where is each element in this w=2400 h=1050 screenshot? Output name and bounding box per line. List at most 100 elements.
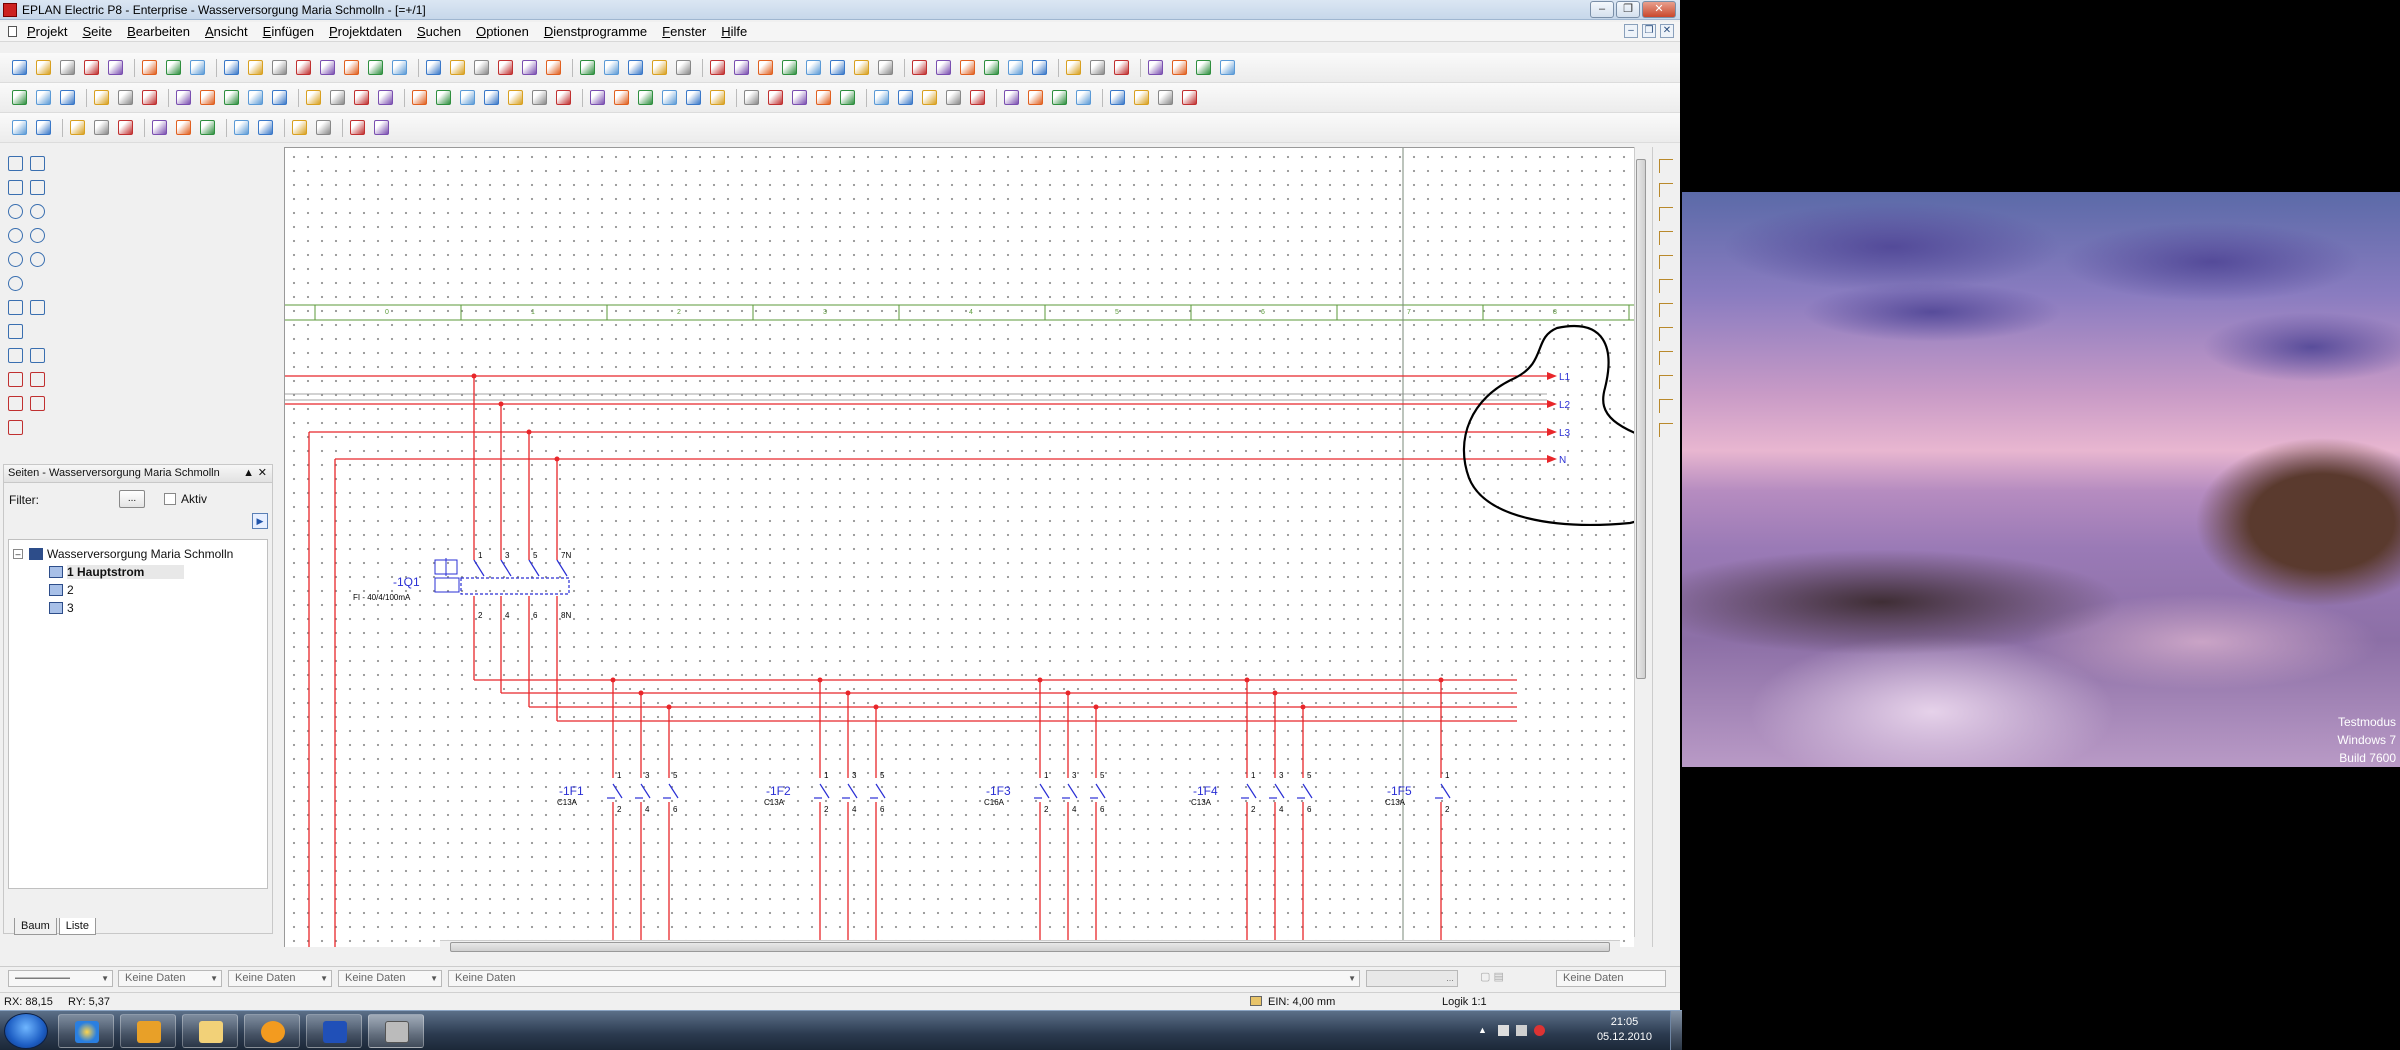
toolbar-tool-icon[interactable] (426, 60, 441, 75)
connection-symbol-icon[interactable] (1659, 399, 1673, 413)
connection-symbol-icon[interactable] (1659, 279, 1673, 293)
toolbar-tool-icon[interactable] (84, 60, 99, 75)
menu-einfgen[interactable]: Einfügen (263, 24, 314, 39)
draw-tool-icon[interactable] (30, 252, 45, 267)
connection-symbol-icon[interactable] (1659, 183, 1673, 197)
draw-tool-icon[interactable] (30, 180, 45, 195)
toolbar-tool-icon[interactable] (816, 90, 831, 105)
draw-tool-icon[interactable] (8, 324, 23, 339)
toolbar-tool-icon[interactable] (176, 90, 191, 105)
toolbar-tool-icon[interactable] (36, 60, 51, 75)
toolbar-tool-icon[interactable] (200, 120, 215, 135)
draw-tool-icon[interactable] (30, 372, 45, 387)
toolbar-tool-icon[interactable] (580, 60, 595, 75)
toolbar-tool-icon[interactable] (830, 60, 845, 75)
toolbar-tool-icon[interactable] (1114, 60, 1129, 75)
draw-tool-icon[interactable] (8, 348, 23, 363)
toolbar-tool-icon[interactable] (840, 90, 855, 105)
toolbar-tool-icon[interactable] (94, 120, 109, 135)
draw-tool-icon[interactable] (30, 228, 45, 243)
toolbar-tool-icon[interactable] (710, 60, 725, 75)
toolbar-tool-icon[interactable] (12, 90, 27, 105)
toolbar-tool-icon[interactable] (710, 90, 725, 105)
filter-dialog-button[interactable]: ... (119, 490, 145, 508)
property-combo-5[interactable]: Keine Daten (1556, 970, 1666, 987)
toolbar-tool-icon[interactable] (200, 90, 215, 105)
draw-tool-icon[interactable] (8, 252, 23, 267)
menu-ansicht[interactable]: Ansicht (205, 24, 248, 39)
toolbar-tool-icon[interactable] (652, 60, 667, 75)
tree-page-1[interactable]: 1 Hauptstrom (49, 564, 185, 580)
toolbar-tool-icon[interactable] (224, 60, 239, 75)
tree-project-node[interactable]: – Wasserversorgung Maria Schmolln (13, 546, 233, 562)
toolbar-tool-icon[interactable] (344, 60, 359, 75)
toolbar-tool-icon[interactable] (350, 120, 365, 135)
draw-tool-icon[interactable] (8, 396, 23, 411)
menu-projektdaten[interactable]: Projektdaten (329, 24, 402, 39)
close-button[interactable]: ✕ (1642, 1, 1676, 18)
active-checkbox[interactable] (164, 493, 176, 505)
show-desktop-button[interactable] (1670, 1011, 1682, 1050)
toolbar-tool-icon[interactable] (392, 60, 407, 75)
toolbar-tool-icon[interactable] (878, 60, 893, 75)
toolbar-tool-icon[interactable] (378, 90, 393, 105)
property-input-blank[interactable]: … (1366, 970, 1458, 987)
toolbar-tool-icon[interactable] (1172, 60, 1187, 75)
network-icon[interactable] (1516, 1025, 1527, 1036)
menu-optionen[interactable]: Optionen (476, 24, 529, 39)
menu-bearbeiten[interactable]: Bearbeiten (127, 24, 190, 39)
toolbar-tool-icon[interactable] (532, 90, 547, 105)
toolbar-tool-icon[interactable] (118, 90, 133, 105)
connection-symbol-icon[interactable] (1659, 423, 1673, 437)
toolbar-tool-icon[interactable] (436, 90, 451, 105)
toolbar-tool-icon[interactable] (686, 90, 701, 105)
toolbar-tool-icon[interactable] (1220, 60, 1235, 75)
menu-projekt[interactable]: Projekt (27, 24, 67, 39)
panel-collapse-icon[interactable]: ▲ (243, 465, 254, 482)
toolbar-tool-icon[interactable] (248, 90, 263, 105)
draw-tool-icon[interactable] (30, 300, 45, 315)
toolbar-tool-icon[interactable] (166, 60, 181, 75)
tab-liste[interactable]: Liste (58, 918, 96, 935)
toolbar-tool-icon[interactable] (590, 90, 605, 105)
property-combo-4[interactable]: Keine Daten ▼ (448, 970, 1360, 987)
toolbar-tool-icon[interactable] (354, 90, 369, 105)
menu-suchen[interactable]: Suchen (417, 24, 461, 39)
toolbar-tool-icon[interactable] (1148, 60, 1163, 75)
horizontal-scrollbar[interactable] (440, 940, 1620, 952)
line-style-combo[interactable]: ————— ▼ (8, 970, 113, 987)
toolbar-tool-icon[interactable] (960, 60, 975, 75)
title-bar[interactable]: EPLAN Electric P8 - Enterprise - Wasserv… (0, 0, 1680, 20)
toolbar-tool-icon[interactable] (614, 90, 629, 105)
draw-tool-icon[interactable] (30, 348, 45, 363)
draw-tool-icon[interactable] (30, 204, 45, 219)
volume-muted-icon[interactable] (1534, 1025, 1545, 1036)
toolbar-tool-icon[interactable] (1052, 90, 1067, 105)
toolbar-tool-icon[interactable] (474, 60, 489, 75)
toolbar-tool-icon[interactable] (1066, 60, 1081, 75)
toolbar-tool-icon[interactable] (60, 60, 75, 75)
toolbar-tool-icon[interactable] (638, 90, 653, 105)
toolbar-tool-icon[interactable] (152, 120, 167, 135)
menu-fenster[interactable]: Fenster (662, 24, 706, 39)
tree-collapse-icon[interactable]: – (13, 549, 23, 559)
connection-symbol-icon[interactable] (1659, 327, 1673, 341)
toolbar-tool-icon[interactable] (758, 60, 773, 75)
tab-baum[interactable]: Baum (14, 918, 57, 935)
toolbar-tool-icon[interactable] (142, 60, 157, 75)
draw-tool-icon[interactable] (8, 204, 23, 219)
toolbar-tool-icon[interactable] (628, 60, 643, 75)
minimize-button[interactable]: – (1590, 1, 1614, 18)
horizontal-scroll-thumb[interactable] (450, 942, 1610, 952)
menu-dienstprogramme[interactable]: Dienstprogramme (544, 24, 647, 39)
toolbar-tool-icon[interactable] (546, 60, 561, 75)
toolbar-tool-icon[interactable] (460, 90, 475, 105)
page-tree[interactable]: – Wasserversorgung Maria Schmolln 1 Haup… (8, 539, 268, 889)
draw-tool-icon[interactable] (8, 372, 23, 387)
toolbar-tool-icon[interactable] (498, 60, 513, 75)
toolbar-tool-icon[interactable] (912, 60, 927, 75)
connection-symbol-icon[interactable] (1659, 303, 1673, 317)
property-combo-2[interactable]: Keine Daten ▼ (228, 970, 332, 987)
toolbar-tool-icon[interactable] (60, 90, 75, 105)
toolbar-tool-icon[interactable] (744, 90, 759, 105)
